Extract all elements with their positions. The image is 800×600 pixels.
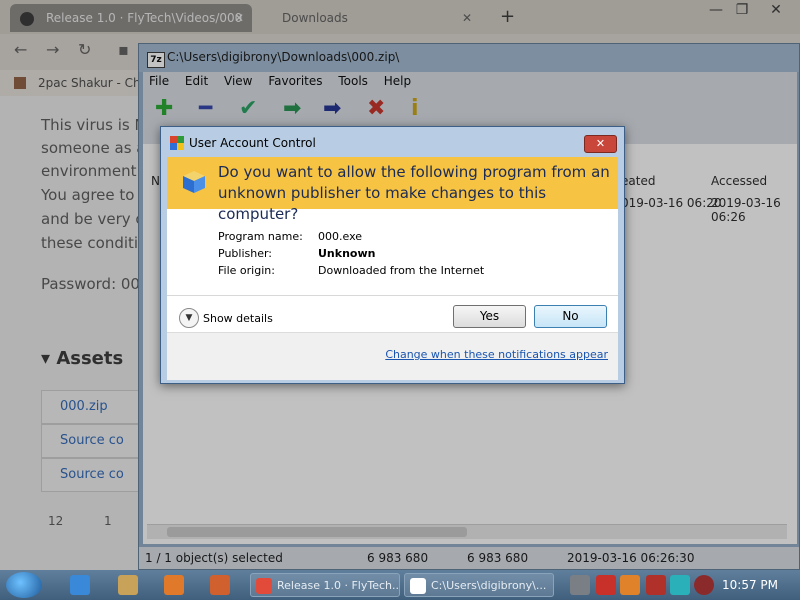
tray-app-icon[interactable]: [646, 575, 666, 595]
tray-app-icon[interactable]: [570, 575, 590, 595]
tray-app-icon[interactable]: [620, 575, 640, 595]
clock[interactable]: 10:57 PM: [722, 578, 778, 592]
uac-warning-banner: Do you want to allow the following progr…: [167, 157, 618, 223]
uac-title: User Account Control: [189, 136, 316, 150]
uac-body: Do you want to allow the following progr…: [167, 157, 618, 380]
close-icon[interactable]: ✕: [584, 135, 617, 153]
no-button[interactable]: No: [534, 305, 607, 328]
tray-app-icon[interactable]: [670, 575, 690, 595]
task-label: C:\Users\digibrony\...: [431, 579, 547, 592]
show-details-label[interactable]: Show details: [203, 312, 273, 325]
divider: [167, 295, 618, 296]
file-origin-value: Downloaded from the Internet: [318, 264, 485, 277]
publisher-value: Unknown: [318, 247, 376, 260]
sevenzip-icon: [410, 578, 426, 594]
program-name-value: 000.exe: [318, 230, 363, 243]
media-player-icon[interactable]: [164, 575, 184, 595]
start-button[interactable]: [6, 572, 42, 598]
program-name-label: Program name:: [218, 230, 303, 243]
taskbar: Release 1.0 · FlyTech... C:\Users\digibr…: [0, 570, 800, 600]
chevron-down-icon[interactable]: ▼: [179, 308, 199, 328]
uac-dialog: User Account Control ✕ Do you want to al…: [160, 126, 625, 384]
chrome-icon: [256, 578, 272, 594]
tray-app-icon[interactable]: [596, 575, 616, 595]
explorer-icon[interactable]: [118, 575, 138, 595]
taskbar-task-chrome[interactable]: Release 1.0 · FlyTech...: [250, 573, 400, 597]
paint-icon[interactable]: [210, 575, 230, 595]
file-origin-label: File origin:: [218, 264, 275, 277]
yes-button[interactable]: Yes: [453, 305, 526, 328]
ie-icon[interactable]: [70, 575, 90, 595]
shield-icon: [170, 136, 184, 150]
uac-footer: Change when these notifications appear: [167, 332, 618, 380]
tray-app-icon[interactable]: [694, 575, 714, 595]
task-label: Release 1.0 · FlyTech...: [277, 579, 400, 592]
notification-settings-link[interactable]: Change when these notifications appear: [385, 348, 608, 361]
uac-question: Do you want to allow the following progr…: [218, 163, 610, 223]
publisher-label: Publisher:: [218, 247, 273, 260]
program-box-icon: [183, 171, 205, 193]
taskbar-task-7zip[interactable]: C:\Users\digibrony\...: [404, 573, 554, 597]
